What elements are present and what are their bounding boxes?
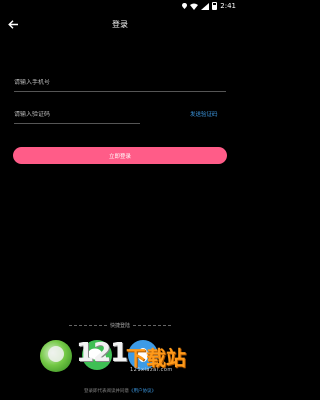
arrow-left-icon <box>8 19 18 29</box>
quick-login-label: 快捷登陆 <box>109 323 130 329</box>
code-field-container <box>14 106 140 124</box>
battery-icon <box>212 2 218 10</box>
status-bar: 2:41 <box>0 0 240 12</box>
status-time: 2:41 <box>220 2 236 10</box>
divider-line-right <box>133 325 171 326</box>
page-title: 登录 <box>112 19 128 29</box>
divider-line-left <box>68 325 107 326</box>
verification-code-input[interactable] <box>14 111 140 118</box>
social-login-row <box>0 340 240 374</box>
phone-field-container <box>14 74 226 92</box>
header: 登录 <box>0 12 240 36</box>
wifi-icon <box>190 3 199 10</box>
send-code-button[interactable]: 发送验证码 <box>190 110 218 118</box>
user-agreement-link[interactable]: 《用户协议》 <box>129 389 156 394</box>
login-screen: 2:41 登录 发送验证码 立即登录 快捷登陆 <box>0 0 240 400</box>
location-icon <box>182 3 188 9</box>
agreement-text: 登录即代表阅读并同意《用户协议》 <box>0 388 240 394</box>
qq-login-button[interactable] <box>128 340 158 370</box>
signal-icon <box>201 2 210 10</box>
agreement-prefix: 登录即代表阅读并同意 <box>84 389 129 394</box>
quick-login-divider: 快捷登陆 <box>0 322 240 329</box>
login-button[interactable]: 立即登录 <box>13 147 227 164</box>
phone-input[interactable] <box>14 79 226 86</box>
wechat-icon <box>88 348 106 362</box>
back-button[interactable] <box>6 17 20 31</box>
wechat-login-button[interactable] <box>82 340 112 370</box>
qq-icon <box>138 348 148 362</box>
